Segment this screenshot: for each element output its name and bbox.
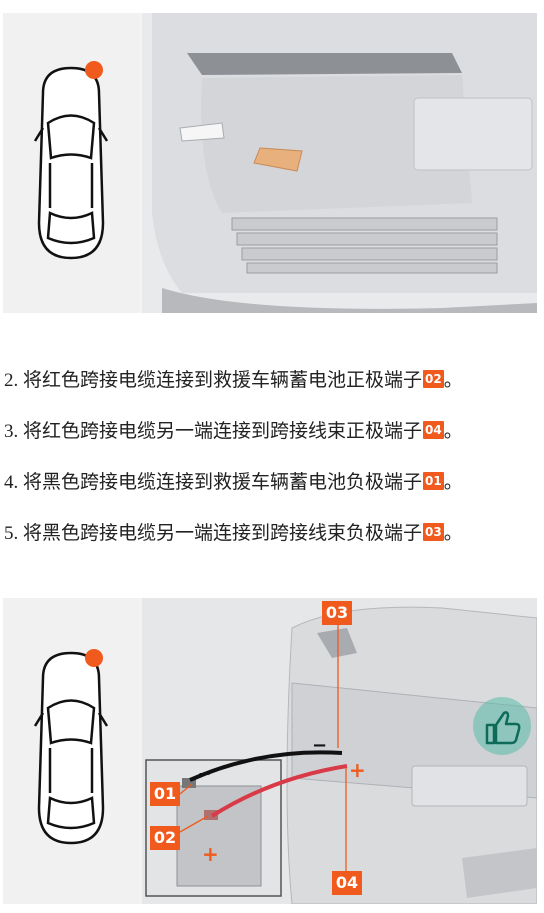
step-end: 。 xyxy=(443,421,463,442)
step-text: 将黑色跨接电缆连接到救援车辆蓄电池负极端子 xyxy=(23,472,423,493)
battery-negative-sign: − xyxy=(198,764,212,783)
step-number: 2. xyxy=(4,370,19,391)
step-end: 。 xyxy=(443,523,463,544)
step-5: 5. 将黑色跨接电缆另一端连接到跨接线束负极端子 03。 xyxy=(4,519,463,549)
step-number: 3. xyxy=(4,421,19,442)
step-4: 4. 将黑色跨接电缆连接到救援车辆蓄电池负极端子 01。 xyxy=(4,468,463,498)
thumbs-up-icon[interactable] xyxy=(473,697,531,755)
callout-03: 03 xyxy=(322,601,352,625)
terminal-badge: 02 xyxy=(423,370,444,388)
step-3: 3. 将红色跨接电缆另一端连接到跨接线束正极端子 04。 xyxy=(4,417,463,447)
callout-02: 02 xyxy=(150,826,180,850)
negative-sign: − xyxy=(312,735,328,756)
positive-sign: + xyxy=(349,758,366,782)
terminal-badge: 01 xyxy=(423,472,444,490)
terminal-badge: 03 xyxy=(423,523,444,541)
figure-panel-front xyxy=(3,13,537,313)
front-bumper-illustration xyxy=(142,13,537,313)
step-end: 。 xyxy=(443,472,463,493)
terminal-badge: 04 xyxy=(423,421,444,439)
car-top-view-card xyxy=(3,598,139,904)
front-bumper-drawing xyxy=(142,13,537,313)
figure-panel-jumper xyxy=(3,598,537,904)
location-dot-icon xyxy=(85,61,103,79)
callout-04: 04 xyxy=(332,871,362,895)
battery-positive-sign: + xyxy=(202,842,219,866)
callout-01: 01 xyxy=(150,782,180,806)
step-end: 。 xyxy=(443,370,463,391)
step-number: 5. xyxy=(4,523,19,544)
step-text: 将红色跨接电缆另一端连接到跨接线束正极端子 xyxy=(23,421,423,442)
car-top-view-icon xyxy=(33,61,109,260)
step-2: 2. 将红色跨接电缆连接到救援车辆蓄电池正极端子 02。 xyxy=(4,366,463,396)
step-number: 4. xyxy=(4,472,19,493)
step-text: 将黑色跨接电缆另一端连接到跨接线束负极端子 xyxy=(23,523,423,544)
step-text: 将红色跨接电缆连接到救援车辆蓄电池正极端子 xyxy=(23,370,423,391)
car-top-view-card xyxy=(3,13,139,313)
location-dot-icon xyxy=(85,649,103,667)
car-top-view-icon xyxy=(33,649,109,845)
